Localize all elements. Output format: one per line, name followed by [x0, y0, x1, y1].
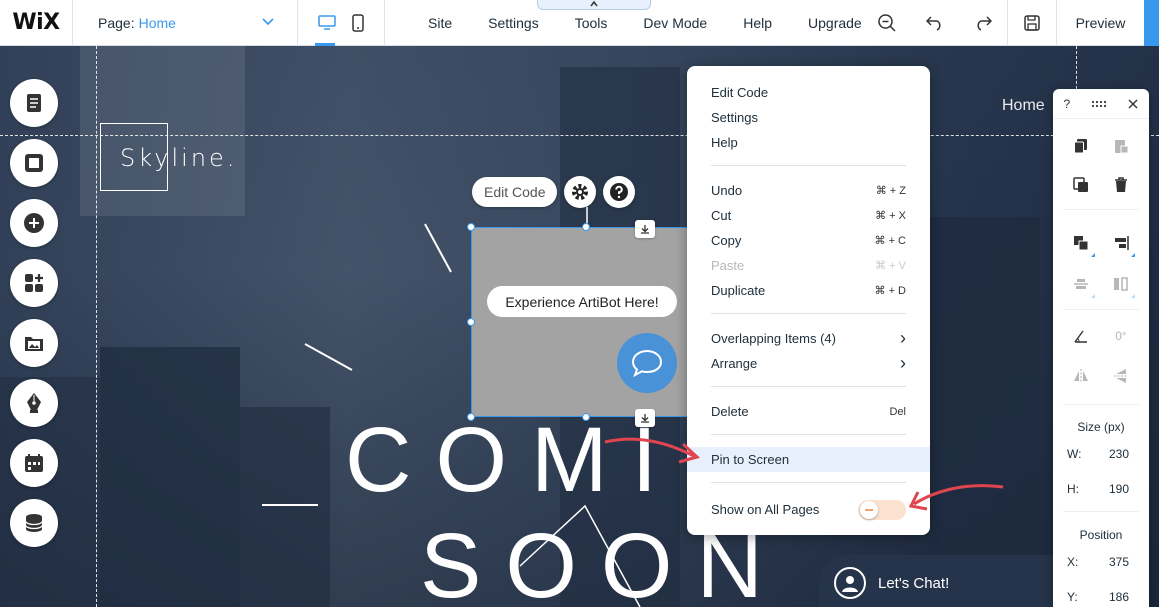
device-switcher	[298, 0, 384, 46]
wix-logo[interactable]: WiX	[0, 0, 72, 46]
editor-top-bar: WiX Page: Home Site Settings Tools Dev M…	[0, 0, 1159, 46]
menu-dev-mode[interactable]: Dev Mode	[625, 15, 725, 31]
publish-button[interactable]	[1144, 0, 1159, 46]
save-button[interactable]	[1008, 0, 1056, 46]
menu-help[interactable]: Help	[725, 15, 790, 31]
redo-button[interactable]	[959, 0, 1007, 46]
zoom-out-button[interactable]	[863, 0, 911, 46]
save-icon	[1024, 15, 1040, 31]
top-bar-actions	[863, 0, 1056, 46]
page-selector-value: Home	[138, 14, 176, 31]
redo-icon	[977, 16, 992, 31]
menu-tools[interactable]: Tools	[557, 15, 626, 31]
undo-icon	[926, 16, 941, 31]
menu-settings[interactable]: Settings	[470, 15, 557, 31]
desktop-active-indicator	[315, 42, 335, 46]
chevron-up-icon	[590, 0, 598, 7]
chevron-down-icon	[262, 17, 274, 25]
page-selector[interactable]: Page: Home	[73, 0, 297, 46]
desktop-icon[interactable]	[318, 14, 336, 31]
page-selector-label: Page:	[98, 14, 135, 31]
annotation-arrows	[604, 437, 1004, 511]
zoom-out-icon	[878, 14, 896, 32]
menu-site[interactable]: Site	[410, 15, 470, 31]
mobile-icon[interactable]	[352, 13, 364, 32]
preview-button[interactable]: Preview	[1056, 0, 1144, 46]
toolbar-collapse-tab[interactable]	[537, 0, 651, 10]
undo-button[interactable]	[911, 0, 959, 46]
site-canvas[interactable]: Skyline. Home COMING SOON Edit Code Expe…	[0, 46, 1159, 607]
top-bar-divider	[384, 0, 385, 46]
